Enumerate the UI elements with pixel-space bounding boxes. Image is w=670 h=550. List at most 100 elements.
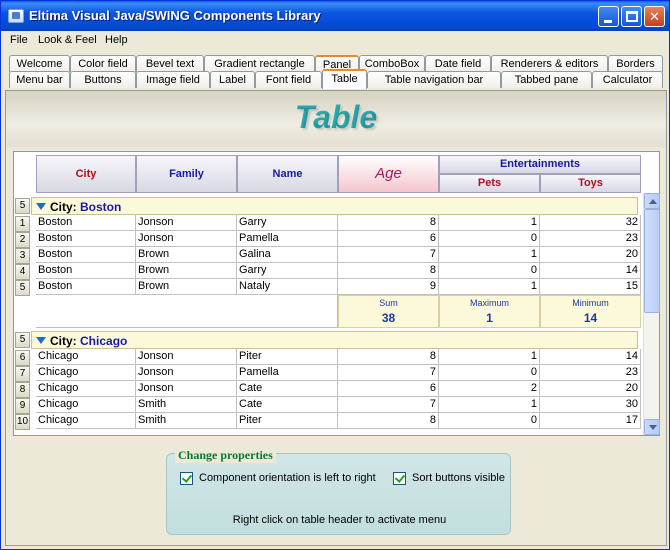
- tab-gradient-rectangle[interactable]: Gradient rectangle: [204, 55, 315, 72]
- table-cell-city[interactable]: Chicago: [36, 349, 136, 365]
- tab-bevel-text[interactable]: Bevel text: [136, 55, 204, 72]
- table-cell-toys[interactable]: 20: [540, 381, 641, 397]
- tab-label[interactable]: Label: [210, 71, 255, 88]
- table-cell-age[interactable]: 7: [338, 397, 439, 413]
- table-cell-city[interactable]: Chicago: [36, 413, 136, 429]
- table-cell-toys[interactable]: 32: [540, 215, 641, 231]
- table-cell-age[interactable]: 7: [338, 247, 439, 263]
- table-cell-age[interactable]: 8: [338, 263, 439, 279]
- header-city[interactable]: City: [36, 155, 136, 193]
- table-cell-age[interactable]: 7: [338, 365, 439, 381]
- table-cell-age[interactable]: 8: [338, 349, 439, 365]
- row-number[interactable]: 4: [15, 264, 30, 280]
- header-family[interactable]: Family: [136, 155, 237, 193]
- table-cell-name[interactable]: Galina: [237, 247, 338, 263]
- table-cell-family[interactable]: Jonson: [136, 215, 237, 231]
- table-cell-pets[interactable]: 2: [439, 381, 540, 397]
- table-cell-pets[interactable]: 0: [439, 365, 540, 381]
- collapse-triangle-icon[interactable]: [36, 203, 46, 210]
- close-button[interactable]: ✕: [644, 6, 665, 27]
- menu-help[interactable]: Help: [105, 34, 128, 46]
- tab-image-field[interactable]: Image field: [136, 71, 210, 88]
- tab-buttons[interactable]: Buttons: [70, 71, 136, 88]
- tab-combobox[interactable]: ComboBox: [359, 55, 425, 72]
- header-toys[interactable]: Toys: [540, 174, 641, 193]
- table-cell-family[interactable]: Brown: [136, 279, 237, 295]
- tab-date-field[interactable]: Date field: [425, 55, 491, 72]
- group-header-chicago[interactable]: City: Chicago: [31, 331, 638, 349]
- table-cell-pets[interactable]: 1: [439, 349, 540, 365]
- row-number[interactable]: 1: [15, 216, 30, 232]
- row-number[interactable]: 2: [15, 232, 30, 248]
- tab-renderers-editors[interactable]: Renderers & editors: [491, 55, 608, 72]
- tab-welcome[interactable]: Welcome: [9, 55, 70, 72]
- table-cell-family[interactable]: Brown: [136, 247, 237, 263]
- orientation-label[interactable]: Component orientation is left to right: [199, 472, 376, 484]
- table-cell-family[interactable]: Smith: [136, 413, 237, 429]
- table-cell-family[interactable]: Jonson: [136, 365, 237, 381]
- row-number[interactable]: 7: [15, 366, 30, 382]
- table-cell-name[interactable]: Garry: [237, 215, 338, 231]
- row-number[interactable]: 3: [15, 248, 30, 264]
- table-cell-family[interactable]: Brown: [136, 263, 237, 279]
- table-cell-name[interactable]: Piter: [237, 349, 338, 365]
- table-cell-city[interactable]: Chicago: [36, 397, 136, 413]
- orientation-checkbox[interactable]: [180, 472, 193, 485]
- table-cell-toys[interactable]: 14: [540, 349, 641, 365]
- table-cell-age[interactable]: 9: [338, 279, 439, 295]
- table-cell-age[interactable]: 6: [338, 231, 439, 247]
- table-cell-pets[interactable]: 0: [439, 231, 540, 247]
- table-cell-name[interactable]: Cate: [237, 397, 338, 413]
- header-entertainments[interactable]: Entertainments: [439, 155, 641, 174]
- table-cell-pets[interactable]: 0: [439, 413, 540, 429]
- table-cell-toys[interactable]: 14: [540, 263, 641, 279]
- table-cell-family[interactable]: Jonson: [136, 231, 237, 247]
- header-name[interactable]: Name: [237, 155, 338, 193]
- table-cell-city[interactable]: Boston: [36, 279, 136, 295]
- table-cell-toys[interactable]: 23: [540, 365, 641, 381]
- app-icon[interactable]: [8, 9, 24, 23]
- table-cell-name[interactable]: Piter: [237, 413, 338, 429]
- tab-borders[interactable]: Borders: [608, 55, 663, 72]
- tab-calculator[interactable]: Calculator: [592, 71, 663, 88]
- table-cell-family[interactable]: Jonson: [136, 349, 237, 365]
- maximize-button[interactable]: [621, 6, 642, 27]
- tab-font-field[interactable]: Font field: [255, 71, 322, 88]
- tab-color-field[interactable]: Color field: [70, 55, 136, 72]
- table-cell-toys[interactable]: 15: [540, 279, 641, 295]
- menu-look-and-feel[interactable]: Look & Feel: [38, 34, 97, 46]
- scroll-down-button[interactable]: [644, 419, 660, 435]
- table-cell-city[interactable]: Chicago: [36, 365, 136, 381]
- table-cell-pets[interactable]: 1: [439, 215, 540, 231]
- table-cell-age[interactable]: 6: [338, 381, 439, 397]
- table-cell-name[interactable]: Garry: [237, 263, 338, 279]
- scroll-up-button[interactable]: [644, 193, 660, 209]
- row-number[interactable]: 9: [15, 398, 30, 414]
- collapse-triangle-icon[interactable]: [36, 337, 46, 344]
- title-bar[interactable]: Eltima Visual Java/SWING Components Libr…: [1, 1, 669, 31]
- table-cell-family[interactable]: Jonson: [136, 381, 237, 397]
- row-number[interactable]: 5: [15, 280, 30, 296]
- table-cell-family[interactable]: Smith: [136, 397, 237, 413]
- header-pets[interactable]: Pets: [439, 174, 540, 193]
- group-header-boston[interactable]: City: Boston: [31, 197, 638, 215]
- minimize-button[interactable]: [598, 6, 619, 27]
- tab-table-navigation-bar[interactable]: Table navigation bar: [367, 71, 501, 88]
- tab-table[interactable]: Table: [322, 69, 367, 89]
- sort-buttons-label[interactable]: Sort buttons visible: [412, 472, 505, 484]
- header-age[interactable]: Age: [338, 155, 439, 193]
- table-cell-pets[interactable]: 1: [439, 397, 540, 413]
- table-cell-age[interactable]: 8: [338, 413, 439, 429]
- table-cell-toys[interactable]: 30: [540, 397, 641, 413]
- table-cell-name[interactable]: Nataly: [237, 279, 338, 295]
- vertical-scrollbar[interactable]: [643, 193, 660, 435]
- table-cell-city[interactable]: Boston: [36, 247, 136, 263]
- table-cell-name[interactable]: Cate: [237, 381, 338, 397]
- table-cell-toys[interactable]: 23: [540, 231, 641, 247]
- tab-tabbed-pane[interactable]: Tabbed pane: [501, 71, 592, 88]
- row-number[interactable]: 6: [15, 350, 30, 366]
- table-cell-toys[interactable]: 17: [540, 413, 641, 429]
- tab-menu-bar[interactable]: Menu bar: [9, 71, 70, 88]
- row-number[interactable]: 8: [15, 382, 30, 398]
- menu-file[interactable]: File: [10, 34, 28, 46]
